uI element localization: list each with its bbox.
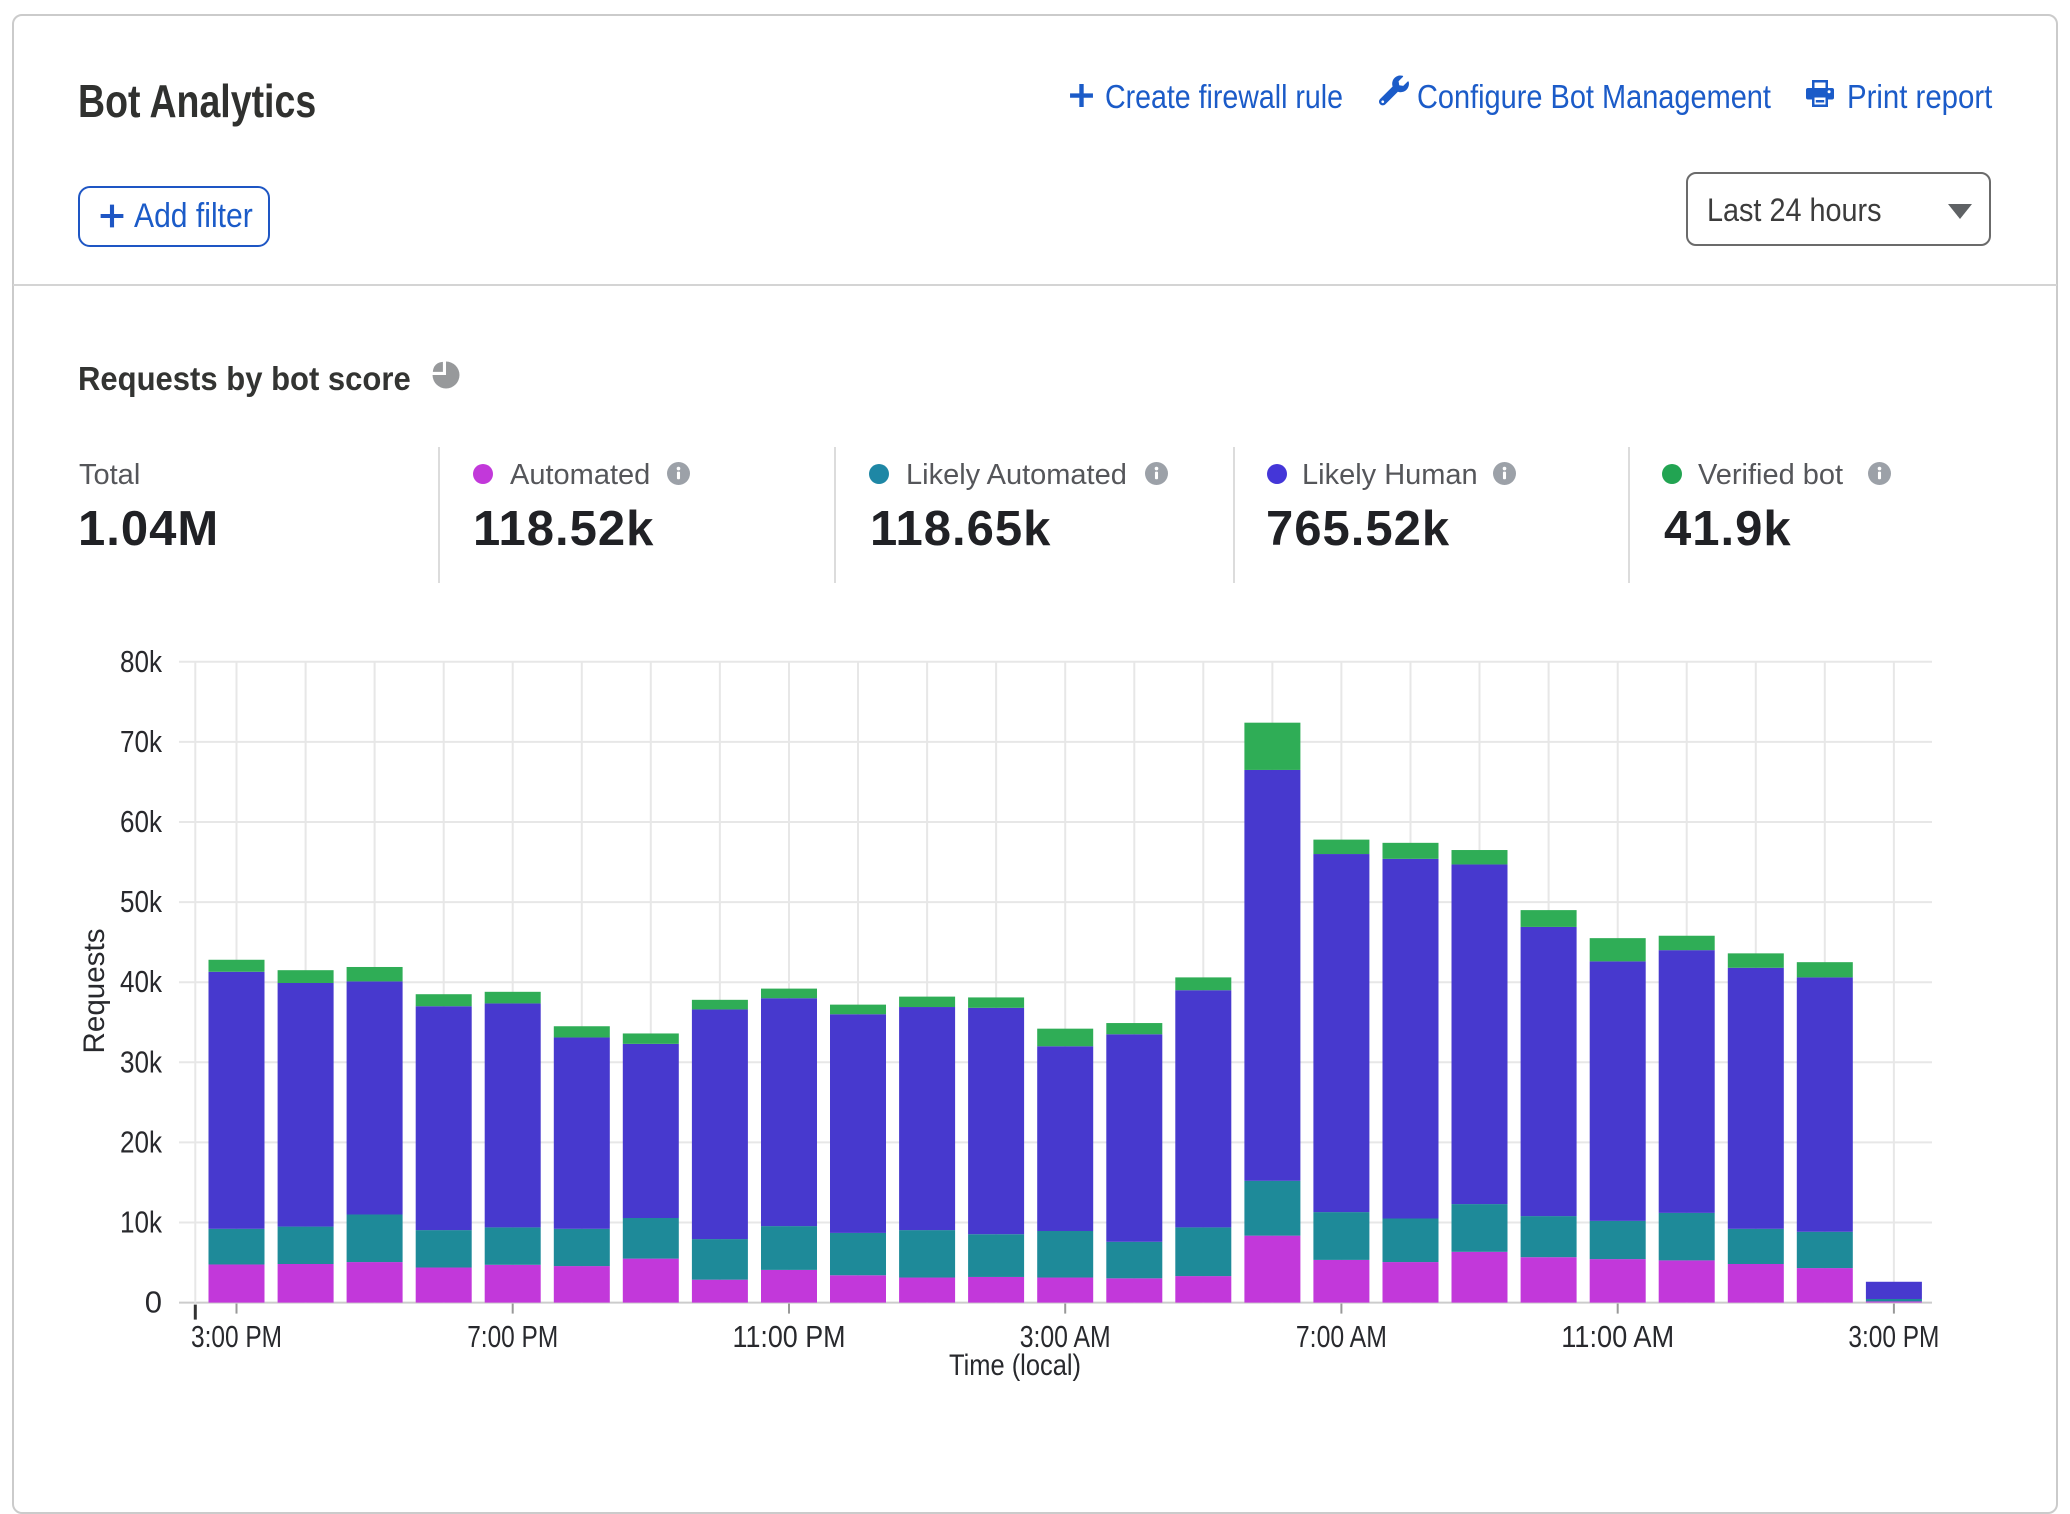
svg-text:7:00 AM: 7:00 AM <box>1296 1319 1387 1354</box>
svg-text:11:00 PM: 11:00 PM <box>733 1319 846 1354</box>
svg-text:0: 0 <box>145 1285 162 1320</box>
svg-text:40k: 40k <box>120 964 162 999</box>
svg-text:30k: 30k <box>120 1044 162 1079</box>
svg-text:Time (local): Time (local) <box>949 1349 1081 1382</box>
svg-text:10k: 10k <box>120 1205 162 1240</box>
svg-text:70k: 70k <box>120 724 162 759</box>
svg-text:20k: 20k <box>120 1124 162 1159</box>
svg-text:60k: 60k <box>120 804 162 839</box>
svg-text:50k: 50k <box>120 884 162 919</box>
svg-text:3:00 PM: 3:00 PM <box>191 1319 282 1354</box>
svg-text:3:00 PM: 3:00 PM <box>1848 1319 1939 1354</box>
svg-text:11:00 AM: 11:00 AM <box>1561 1319 1674 1354</box>
svg-text:7:00 PM: 7:00 PM <box>467 1319 558 1354</box>
svg-text:80k: 80k <box>120 644 162 679</box>
svg-text:Requests: Requests <box>78 929 111 1054</box>
